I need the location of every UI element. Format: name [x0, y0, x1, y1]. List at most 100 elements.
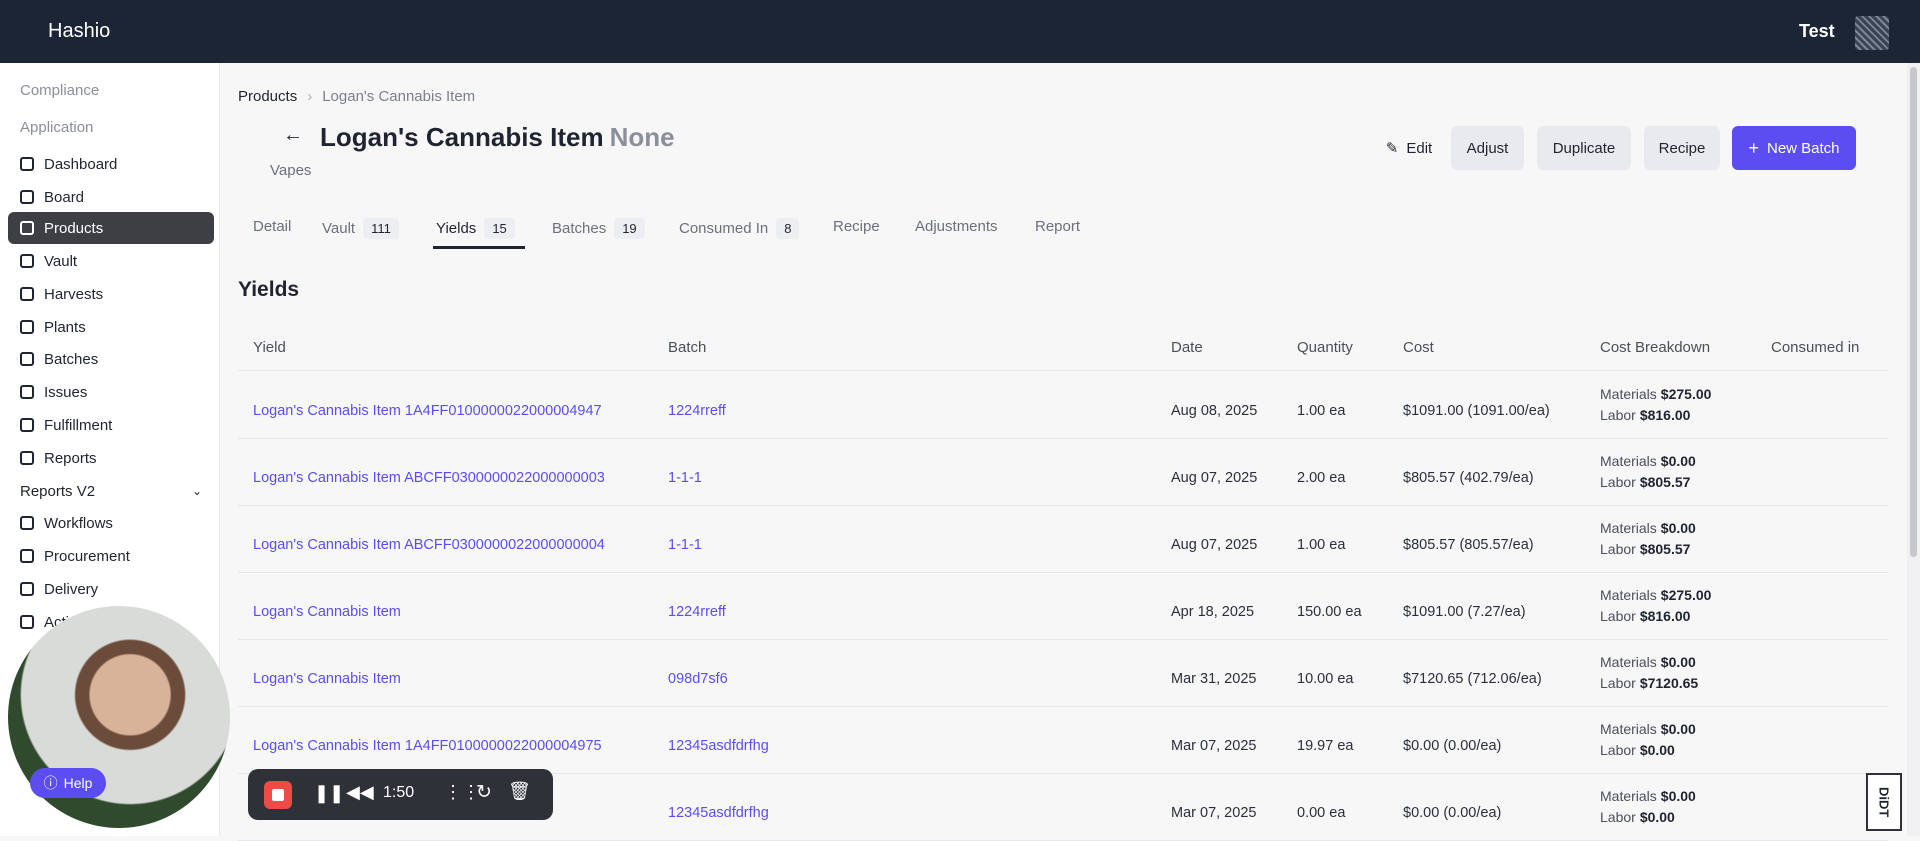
yield-link[interactable]: Logan's Cannabis Item — [253, 671, 401, 687]
materials-line: Materials $275.00 — [1600, 384, 1711, 405]
yield-link[interactable]: Logan's Cannabis Item — [253, 604, 401, 620]
help-button[interactable]: ⓘ Help — [30, 768, 106, 798]
sidebar-item-label: Workflows — [44, 514, 113, 532]
sidebar-item-batches[interactable]: Batches — [8, 343, 214, 375]
page-title: Logan's Cannabis Item None — [320, 122, 675, 153]
sidebar-item-workflows[interactable]: Workflows — [8, 507, 214, 539]
tab-report[interactable]: Report — [1035, 218, 1080, 235]
sidebar-item-delivery[interactable]: Delivery — [8, 573, 214, 605]
tab-detail[interactable]: Detail — [253, 218, 291, 235]
labor-line: Labor $0.00 — [1600, 740, 1696, 761]
sidebar-item-reports[interactable]: Reports — [8, 442, 214, 474]
materials-value: $0.00 — [1660, 520, 1696, 536]
column-header-cost-breakdown[interactable]: Cost Breakdown — [1600, 339, 1710, 356]
tab-consumed-in[interactable]: Consumed In 8 — [679, 218, 800, 239]
grid-icon[interactable]: ⋮⋮ — [444, 782, 480, 803]
sidebar-item-vault[interactable]: Vault — [8, 245, 214, 277]
breadcrumb-products[interactable]: Products — [238, 88, 297, 105]
sidebar-item-label: Reports V2 — [20, 482, 96, 500]
materials-label: Materials — [1600, 453, 1657, 469]
stop-recording-button[interactable] — [264, 781, 292, 809]
scrollbar-thumb[interactable] — [1910, 67, 1917, 557]
yield-cost: $0.00 (0.00/ea) — [1403, 738, 1502, 754]
sidebar-item-products[interactable]: Products — [8, 212, 214, 244]
labor-line: Labor $816.00 — [1600, 405, 1711, 426]
back-arrow-icon[interactable]: ← — [283, 124, 303, 147]
column-header-cost[interactable]: Cost — [1403, 339, 1434, 356]
column-header-consumed-in[interactable]: Consumed in — [1771, 339, 1859, 356]
batch-link[interactable]: 1224rreff — [668, 604, 726, 620]
batch-link[interactable]: 12345asdfdrfhg — [668, 805, 769, 821]
materials-label: Materials — [1600, 654, 1657, 670]
tab-vault[interactable]: Vault 111 — [322, 218, 399, 239]
recipe-button[interactable]: Recipe — [1644, 126, 1720, 170]
help-label: Help — [63, 775, 93, 791]
yield-quantity: 0.00 ea — [1297, 805, 1346, 821]
yield-link[interactable]: Logan's Cannabis Item ABCFF0300000022000… — [253, 470, 605, 486]
tab-count: 19 — [614, 218, 645, 239]
labor-label: Labor — [1600, 474, 1636, 490]
breadcrumb: Products › Logan's Cannabis Item — [238, 88, 475, 105]
sidebar-section-compliance[interactable]: Compliance — [20, 82, 99, 99]
materials-value: $0.00 — [1660, 788, 1696, 804]
batch-link[interactable]: 12345asdfdrfhg — [668, 738, 769, 754]
labor-label: Labor — [1600, 541, 1636, 557]
yield-quantity: 1.00 ea — [1297, 537, 1346, 553]
batch-link[interactable]: 1-1-1 — [668, 537, 702, 553]
yield-quantity: 1.00 ea — [1297, 403, 1346, 419]
adjust-button[interactable]: Adjust — [1451, 126, 1524, 170]
sidebar-item-board[interactable]: Board — [8, 181, 214, 213]
edit-button[interactable]: ✎ Edit — [1365, 126, 1453, 170]
labor-value: $816.00 — [1639, 608, 1691, 624]
row-divider — [238, 572, 1888, 573]
sidebar-item-fulfillment[interactable]: Fulfillment — [8, 409, 214, 441]
yield-link[interactable]: Logan's Cannabis Item 1A4FF0100000022000… — [253, 403, 602, 419]
scrollbar[interactable] — [1907, 63, 1920, 836]
batch-link[interactable]: 1224rreff — [668, 403, 726, 419]
avatar[interactable] — [1855, 16, 1889, 50]
batch-link[interactable]: 1-1-1 — [668, 470, 702, 486]
column-header-batch[interactable]: Batch — [668, 339, 706, 356]
sidebar-item-dashboard[interactable]: Dashboard — [8, 148, 214, 180]
yield-link[interactable]: Logan's Cannabis Item 1A4FF0100000022000… — [253, 738, 602, 754]
brand-logo[interactable]: Hashio — [48, 20, 110, 43]
labor-label: Labor — [1600, 407, 1636, 423]
sidebar-item-harvests[interactable]: Harvests — [8, 278, 214, 310]
rewind-icon[interactable]: ◀◀ — [346, 782, 374, 803]
pause-icon[interactable]: ❚❚ — [314, 783, 344, 804]
tab-recipe[interactable]: Recipe — [833, 218, 880, 235]
materials-line: Materials $0.00 — [1600, 451, 1696, 472]
column-header-date[interactable]: Date — [1171, 339, 1203, 356]
recycle-icon — [20, 516, 34, 530]
tab-label: Recipe — [833, 218, 880, 235]
tab-label: Yields — [436, 220, 477, 237]
bag-icon — [20, 549, 34, 563]
sidebar-item-reports-v2[interactable]: Reports V2 ⌄ — [8, 475, 214, 507]
materials-value: $275.00 — [1660, 386, 1712, 402]
sidebar-item-procurement[interactable]: Procurement — [8, 540, 214, 572]
tab-batches[interactable]: Batches 19 — [552, 218, 645, 239]
yield-link[interactable]: Logan's Cannabis Item ABCFF0300000022000… — [253, 537, 605, 553]
user-name[interactable]: Test — [1799, 21, 1835, 42]
sidebar-section-application[interactable]: Application — [20, 119, 93, 136]
restart-icon[interactable]: ↻ — [476, 781, 492, 804]
sidebar-item-label: Board — [44, 188, 85, 206]
column-header-yield[interactable]: Yield — [253, 339, 286, 356]
sidebar-item-plants[interactable]: Plants — [8, 311, 214, 343]
product-category: Vapes — [270, 162, 312, 179]
tab-yields[interactable]: Yields 15 — [436, 218, 515, 239]
labor-line: Labor $816.00 — [1600, 606, 1711, 627]
batch-link[interactable]: 098d7sf6 — [668, 671, 728, 687]
sidebar-item-label: Reports — [44, 449, 97, 467]
recording-timer: 1:50 — [383, 784, 415, 801]
labor-line: Labor $0.00 — [1600, 807, 1696, 828]
flask-icon — [20, 221, 34, 235]
top-bar: Hashio Test — [0, 0, 1920, 63]
new-batch-button[interactable]: + New Batch — [1732, 126, 1856, 170]
sidebar-item-issues[interactable]: Issues — [8, 376, 214, 408]
tab-count: 8 — [776, 218, 800, 239]
trash-icon[interactable]: 🗑 — [508, 781, 531, 802]
tab-adjustments[interactable]: Adjustments — [915, 218, 998, 235]
column-header-quantity[interactable]: Quantity — [1297, 339, 1353, 356]
duplicate-button[interactable]: Duplicate — [1537, 126, 1631, 170]
